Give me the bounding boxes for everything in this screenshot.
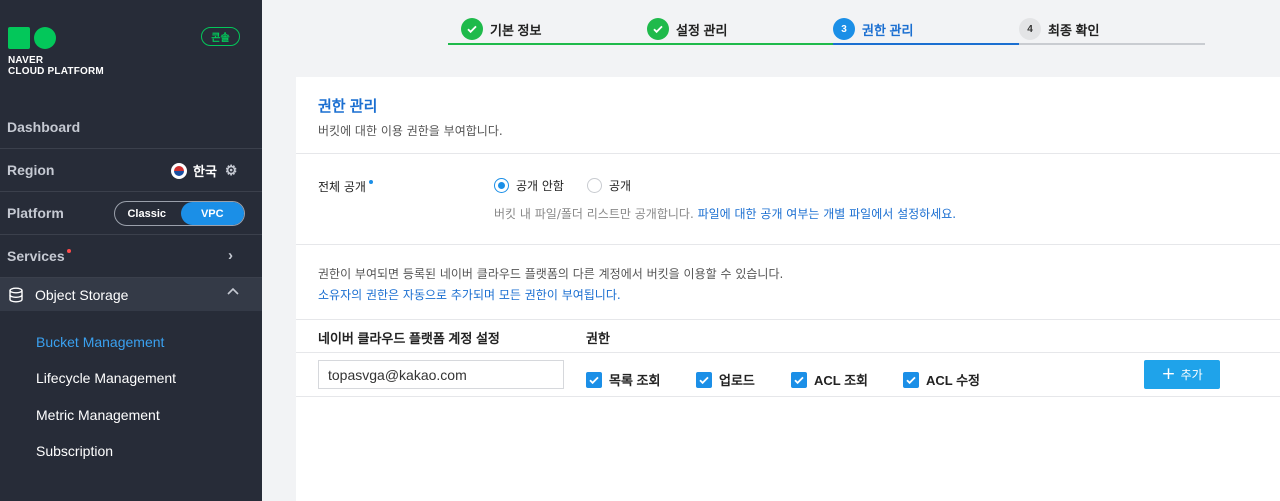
logo-mark-icon: [8, 27, 104, 49]
nav-platform-label: Platform: [7, 205, 64, 221]
platform-option-classic[interactable]: Classic: [115, 202, 179, 225]
account-input[interactable]: [318, 360, 564, 389]
checkbox-upload[interactable]: 업로드: [696, 370, 755, 389]
step-label: 최종 확인: [1048, 22, 1100, 38]
sidebar: NAVER CLOUD PLATFORM 콘솔 Dashboard Region…: [0, 0, 262, 501]
region-value: 한국: [193, 164, 217, 179]
sub-item-lifecycle-management[interactable]: Lifecycle Management: [36, 370, 176, 386]
divider: [296, 396, 1280, 397]
radio-private[interactable]: 공개 안함: [494, 177, 564, 194]
plus-icon: +: [1161, 364, 1176, 384]
checkbox-checked-icon: [791, 371, 807, 388]
public-access-hint: 버킷 내 파일/폴더 리스트만 공개합니다. 파일에 대한 공개 여부는 개별 …: [494, 205, 956, 222]
gear-icon[interactable]: ⚙: [225, 162, 238, 179]
step-number: 3: [833, 18, 855, 40]
checkbox-acl-write[interactable]: ACL 수정: [903, 370, 980, 389]
column-header-permission: 권한: [586, 331, 610, 346]
nav-dashboard[interactable]: Dashboard: [0, 106, 262, 149]
checkbox-acl-read[interactable]: ACL 조회: [791, 370, 868, 389]
divider: [296, 352, 1280, 353]
step-settings: 설정 관리: [647, 12, 727, 46]
checkbox-checked-icon: [586, 371, 602, 388]
add-button[interactable]: + 추가: [1144, 360, 1220, 389]
sub-item-metric-management[interactable]: Metric Management: [36, 407, 160, 423]
nav-object-storage[interactable]: Object Storage: [0, 278, 262, 311]
sub-item-subscription[interactable]: Subscription: [36, 443, 113, 459]
chevron-right-icon: ›: [228, 247, 233, 264]
permissions-panel: 권한 관리 버킷에 대한 이용 권한을 부여합니다. 전체 공개 공개 안함 공…: [296, 77, 1280, 501]
step-label: 권한 관리: [862, 22, 914, 38]
checkbox-checked-icon: [696, 371, 712, 388]
naver-cloud-logo[interactable]: NAVER CLOUD PLATFORM: [8, 27, 104, 77]
hint-text: 버킷 내 파일/폴더 리스트만 공개합니다.: [494, 207, 698, 221]
platform-toggle[interactable]: Classic VPC: [114, 201, 245, 226]
step-label: 기본 정보: [490, 22, 542, 38]
public-access-label: 전체 공개: [318, 178, 373, 195]
step-label: 설정 관리: [676, 22, 728, 38]
checkbox-checked-icon: [903, 371, 919, 388]
step-final-confirm: 4 최종 확인: [1019, 12, 1099, 46]
console-badge[interactable]: 콘솔: [201, 27, 240, 46]
storage-icon: [9, 287, 23, 303]
public-access-text: 전체 공개: [318, 180, 366, 194]
korea-flag-icon: [171, 162, 187, 179]
divider: [296, 153, 1280, 154]
region-selector[interactable]: 한국 ⚙: [171, 161, 237, 180]
step-permissions: 3 권한 관리: [833, 12, 913, 46]
radio-public[interactable]: 공개: [587, 177, 631, 194]
nav-platform: Platform Classic VPC: [0, 192, 262, 235]
check-icon: [461, 18, 483, 40]
add-button-label: 추가: [1180, 368, 1203, 382]
required-dot: [368, 180, 373, 184]
checkbox-label: 업로드: [719, 373, 755, 388]
checkbox-label: ACL 수정: [926, 373, 981, 388]
check-icon: [647, 18, 669, 40]
sub-item-bucket-management[interactable]: Bucket Management: [36, 334, 164, 350]
logo-line2: CLOUD PLATFORM: [8, 66, 104, 77]
logo-line1: NAVER: [8, 55, 44, 66]
divider: [296, 319, 1280, 320]
platform-option-vpc[interactable]: VPC: [180, 202, 244, 225]
owner-permission-info: 소유자의 권한은 자동으로 추가되며 모든 권한이 부여됩니다.: [318, 288, 621, 302]
divider: [296, 244, 1280, 245]
radio-unselected-icon: [587, 178, 602, 193]
radio-selected-icon: [494, 178, 509, 193]
page-subtitle: 버킷에 대한 이용 권한을 부여합니다.: [318, 124, 503, 138]
page-title: 권한 관리: [318, 98, 378, 115]
step-basic-info: 기본 정보: [461, 12, 541, 46]
permission-info: 권한이 부여되면 등록된 네이버 클라우드 플랫폼의 다른 계정에서 버킷을 이…: [318, 267, 784, 281]
hint-link: 파일에 대한 공개 여부는 개별 파일에서 설정하세요.: [697, 207, 957, 221]
nav-dashboard-label: Dashboard: [7, 119, 81, 135]
column-header-account: 네이버 클라우드 플랫폼 계정 설정: [318, 331, 500, 346]
checkbox-label: 목록 조회: [609, 373, 661, 388]
nav-region-label: Region: [7, 162, 55, 178]
step-number: 4: [1019, 18, 1041, 40]
nav-region: Region 한국 ⚙: [0, 149, 262, 192]
checkbox-label: ACL 조회: [814, 373, 869, 388]
checkbox-list-read[interactable]: 목록 조회: [586, 370, 660, 389]
nav-services-label: Services: [7, 248, 65, 264]
nav-services[interactable]: Services ›: [0, 235, 262, 278]
chevron-up-icon: [227, 287, 239, 295]
radio-public-label: 공개: [609, 179, 632, 193]
nav-object-storage-label: Object Storage: [35, 286, 129, 303]
radio-private-label: 공개 안함: [516, 179, 564, 193]
notification-dot: [66, 249, 71, 253]
